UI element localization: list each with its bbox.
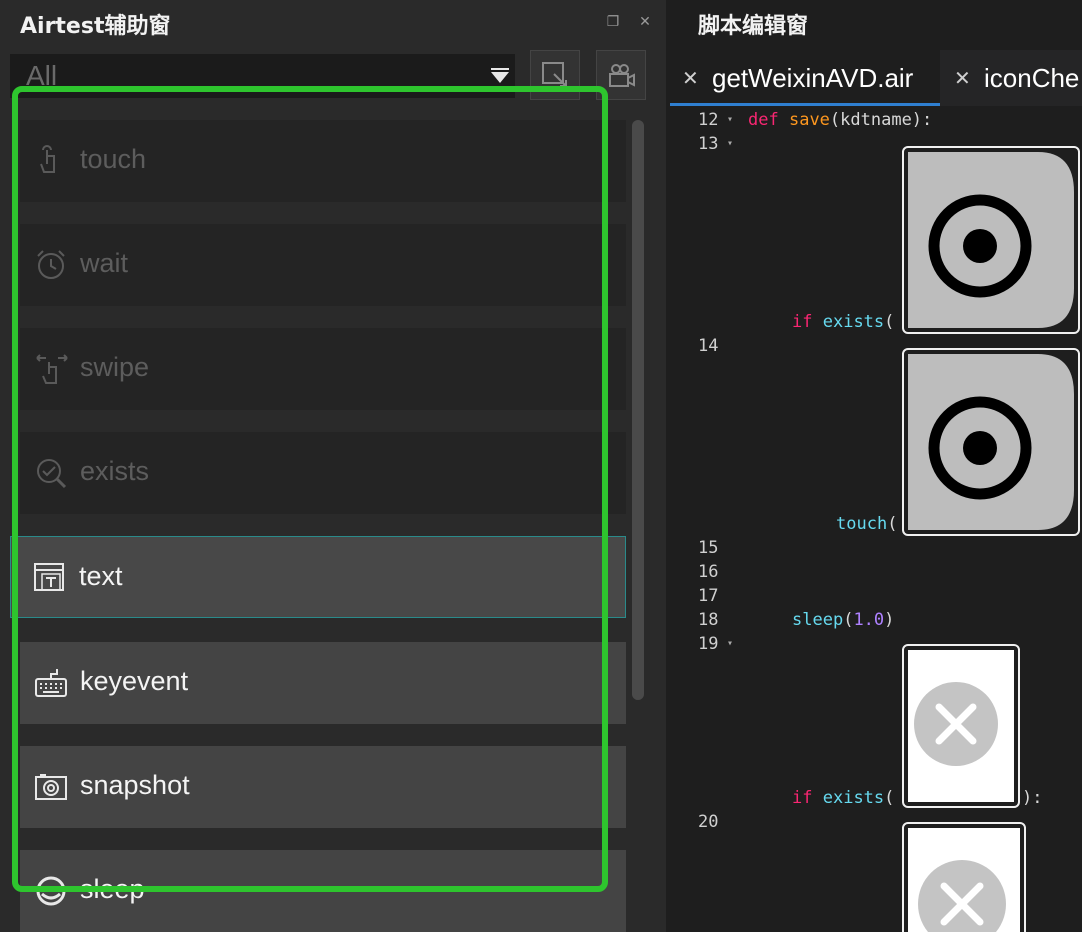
api-item-label: text — [79, 561, 123, 591]
swipe-hand-icon — [36, 354, 68, 384]
image-template-thumbnail[interactable] — [902, 348, 1080, 536]
radio-target-image — [908, 354, 1074, 530]
code-line-14: touch( — [836, 514, 898, 534]
editor-tabs: ✕ getWeixinAVD.air ✕ iconChe — [670, 50, 1082, 106]
code-line-19: if exists( — [792, 788, 895, 808]
api-item-sleep[interactable]: sleep — [20, 850, 626, 932]
panel-title: 脚本编辑窗 — [698, 14, 809, 39]
float-window-icon[interactable]: ❐ — [604, 12, 622, 30]
api-item-label: wait — [80, 248, 129, 278]
api-item-exists[interactable]: exists — [20, 432, 626, 514]
api-item-wait[interactable]: wait — [20, 224, 626, 306]
api-item-text[interactable]: text — [10, 536, 626, 618]
fold-arrow-icon[interactable]: ▾ — [727, 114, 733, 125]
close-button-image — [918, 860, 1006, 932]
line-number: 16 — [698, 562, 719, 582]
magnifier-check-icon — [37, 459, 67, 489]
image-template-thumbnail[interactable] — [902, 146, 1080, 334]
airtest-assistant-panel: Airtest辅助窗 ❐ ✕ All touch wait swipe exis… — [0, 0, 666, 932]
line-number: 14 — [698, 336, 719, 356]
chevron-down-icon — [491, 68, 509, 83]
sleep-clock-icon — [36, 876, 66, 906]
code-line-12: def save(kdtname): — [748, 110, 933, 130]
api-item-touch[interactable]: touch — [20, 120, 626, 202]
alarm-clock-icon — [37, 250, 65, 279]
code-line-13: if exists( — [792, 312, 895, 332]
close-tab-icon[interactable]: ✕ — [954, 66, 971, 91]
screenshot-select-button[interactable] — [530, 50, 580, 100]
record-button[interactable] — [596, 50, 646, 100]
tab-label: iconChe — [984, 63, 1080, 93]
camera-icon — [35, 774, 67, 800]
api-item-keyevent[interactable]: keyevent — [20, 642, 626, 724]
script-editor-panel: 脚本编辑窗 ✕ getWeixinAVD.air ✕ iconChe 12 ▾ … — [670, 0, 1082, 932]
list-scrollbar[interactable] — [632, 120, 644, 700]
close-tab-icon[interactable]: ✕ — [682, 66, 699, 91]
scrollbar-thumb[interactable] — [632, 120, 644, 700]
panel-title: Airtest辅助窗 — [20, 14, 171, 39]
api-list: touch wait swipe exists text keyevent sn… — [10, 100, 630, 932]
tab-label: getWeixinAVD.air — [712, 63, 914, 93]
keyboard-icon — [35, 669, 67, 697]
api-item-snapshot[interactable]: snapshot — [20, 746, 626, 828]
filter-value: All — [26, 60, 58, 91]
api-filter-dropdown[interactable]: All — [10, 54, 515, 98]
api-item-label: snapshot — [80, 770, 190, 800]
line-number: 15 — [698, 538, 719, 558]
radio-target-image — [908, 152, 1074, 328]
api-item-label: exists — [80, 456, 150, 486]
close-button-image — [914, 682, 998, 766]
fold-arrow-icon[interactable]: ▾ — [727, 138, 733, 149]
image-template-thumbnail[interactable] — [902, 822, 1026, 932]
tab-iconche[interactable]: ✕ iconChe — [942, 50, 1082, 106]
api-item-swipe[interactable]: swipe — [20, 328, 626, 410]
line-number: 18 — [698, 610, 719, 630]
hand-pointer-icon — [40, 145, 55, 173]
line-number: 17 — [698, 586, 719, 606]
code-line-19-close: ): — [1022, 788, 1043, 808]
api-item-label: swipe — [80, 352, 150, 382]
image-template-thumbnail[interactable] — [902, 644, 1020, 808]
code-line-18: sleep(1.0) — [792, 610, 895, 630]
fold-arrow-icon[interactable]: ▾ — [727, 638, 733, 649]
tab-getweixinavd[interactable]: ✕ getWeixinAVD.air — [670, 50, 940, 106]
code-editor[interactable]: 12 ▾ def save(kdtname): 13 ▾ if exists( … — [670, 106, 1082, 932]
api-item-label: sleep — [80, 874, 145, 904]
api-item-label: keyevent — [80, 666, 189, 696]
api-item-label: touch — [80, 144, 147, 174]
line-number: 20 — [698, 812, 719, 832]
text-box-icon — [34, 563, 64, 591]
video-camera-icon — [609, 64, 635, 87]
crop-select-icon — [542, 62, 567, 87]
close-icon[interactable]: ✕ — [636, 12, 654, 30]
